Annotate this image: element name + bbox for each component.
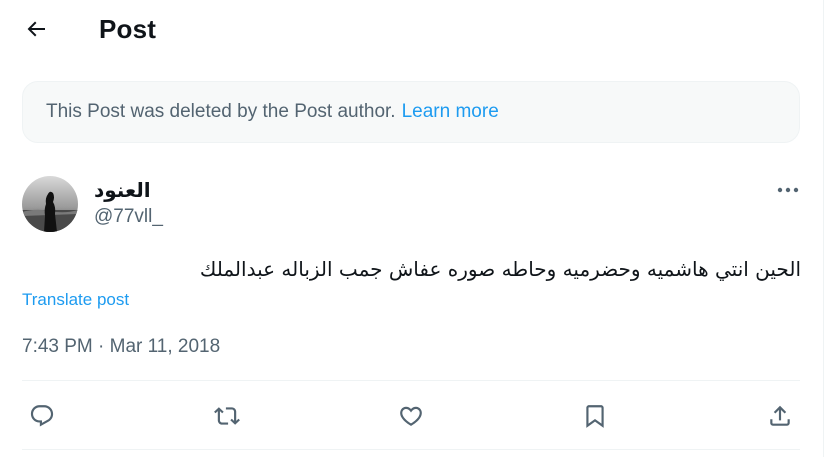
translate-post-link[interactable]: Translate post — [22, 289, 129, 311]
deleted-post-notice: This Post was deleted by the Post author… — [22, 81, 800, 143]
post-page: Post This Post was deleted by the Post a… — [0, 0, 833, 457]
author-handle[interactable]: @77vll_ — [94, 205, 163, 229]
top-bar: Post — [0, 0, 822, 58]
notice-text: This Post was deleted by the Post author… — [46, 101, 396, 122]
reply-icon — [30, 405, 54, 427]
learn-more-link[interactable]: Learn more — [402, 101, 499, 123]
back-button[interactable] — [18, 11, 54, 47]
scrollbar[interactable] — [823, 0, 833, 457]
share-button[interactable] — [761, 397, 799, 435]
post-text: الحين انتي هاشميه وحضرميه وحاطه صوره عفا… — [199, 257, 801, 281]
divider — [22, 449, 800, 450]
author-name[interactable]: العنود — [94, 177, 151, 203]
arrow-left-icon — [27, 21, 45, 37]
avatar[interactable] — [22, 176, 78, 232]
divider — [22, 380, 800, 381]
page-title: Post — [99, 14, 157, 44]
repost-icon — [214, 407, 240, 425]
share-icon — [770, 405, 790, 426]
more-horizontal-icon — [777, 187, 799, 193]
like-button[interactable] — [392, 397, 430, 435]
more-options-button[interactable] — [771, 176, 805, 204]
heart-icon — [400, 406, 422, 426]
post-timestamp[interactable]: 7:43 PM · Mar 11, 2018 — [22, 335, 220, 359]
reply-button[interactable] — [23, 397, 61, 435]
avatar-image — [22, 176, 78, 232]
bookmark-button[interactable] — [576, 397, 614, 435]
bookmark-icon — [586, 405, 604, 428]
repost-button[interactable] — [208, 397, 246, 435]
